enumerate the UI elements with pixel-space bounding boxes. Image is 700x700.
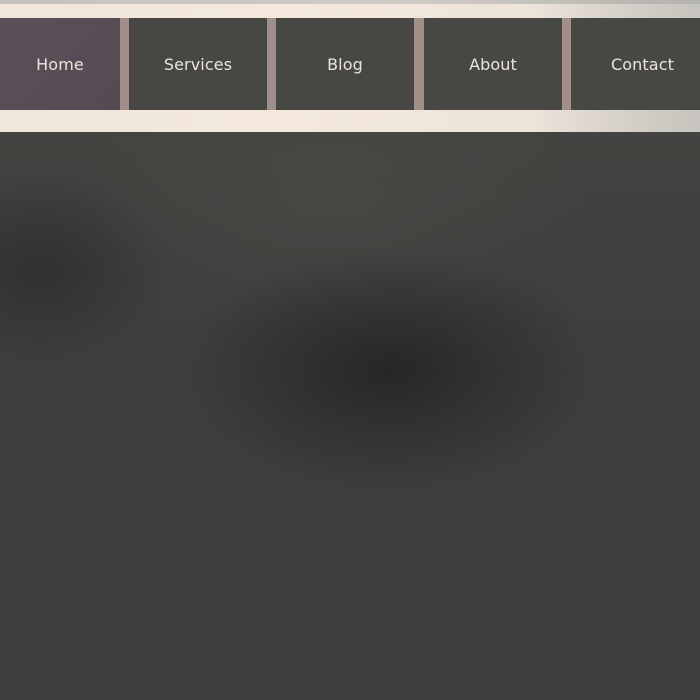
nav-item-home[interactable]: Home <box>0 18 120 110</box>
nav-item-label: Home <box>36 54 84 74</box>
nav-item-label: Contact <box>611 54 674 74</box>
nav-item-services[interactable]: Services <box>129 18 267 110</box>
nav-item-contact[interactable]: Contact <box>571 18 700 110</box>
nav-item-label: Blog <box>327 54 363 74</box>
nav-item-blog[interactable]: Blog <box>276 18 414 110</box>
nav-item-label: Services <box>163 54 233 74</box>
nav-item-about[interactable]: About <box>424 18 562 110</box>
nav-item-label: About <box>469 54 517 74</box>
main-navigation: Home Services Blog About Contact <box>0 18 700 110</box>
